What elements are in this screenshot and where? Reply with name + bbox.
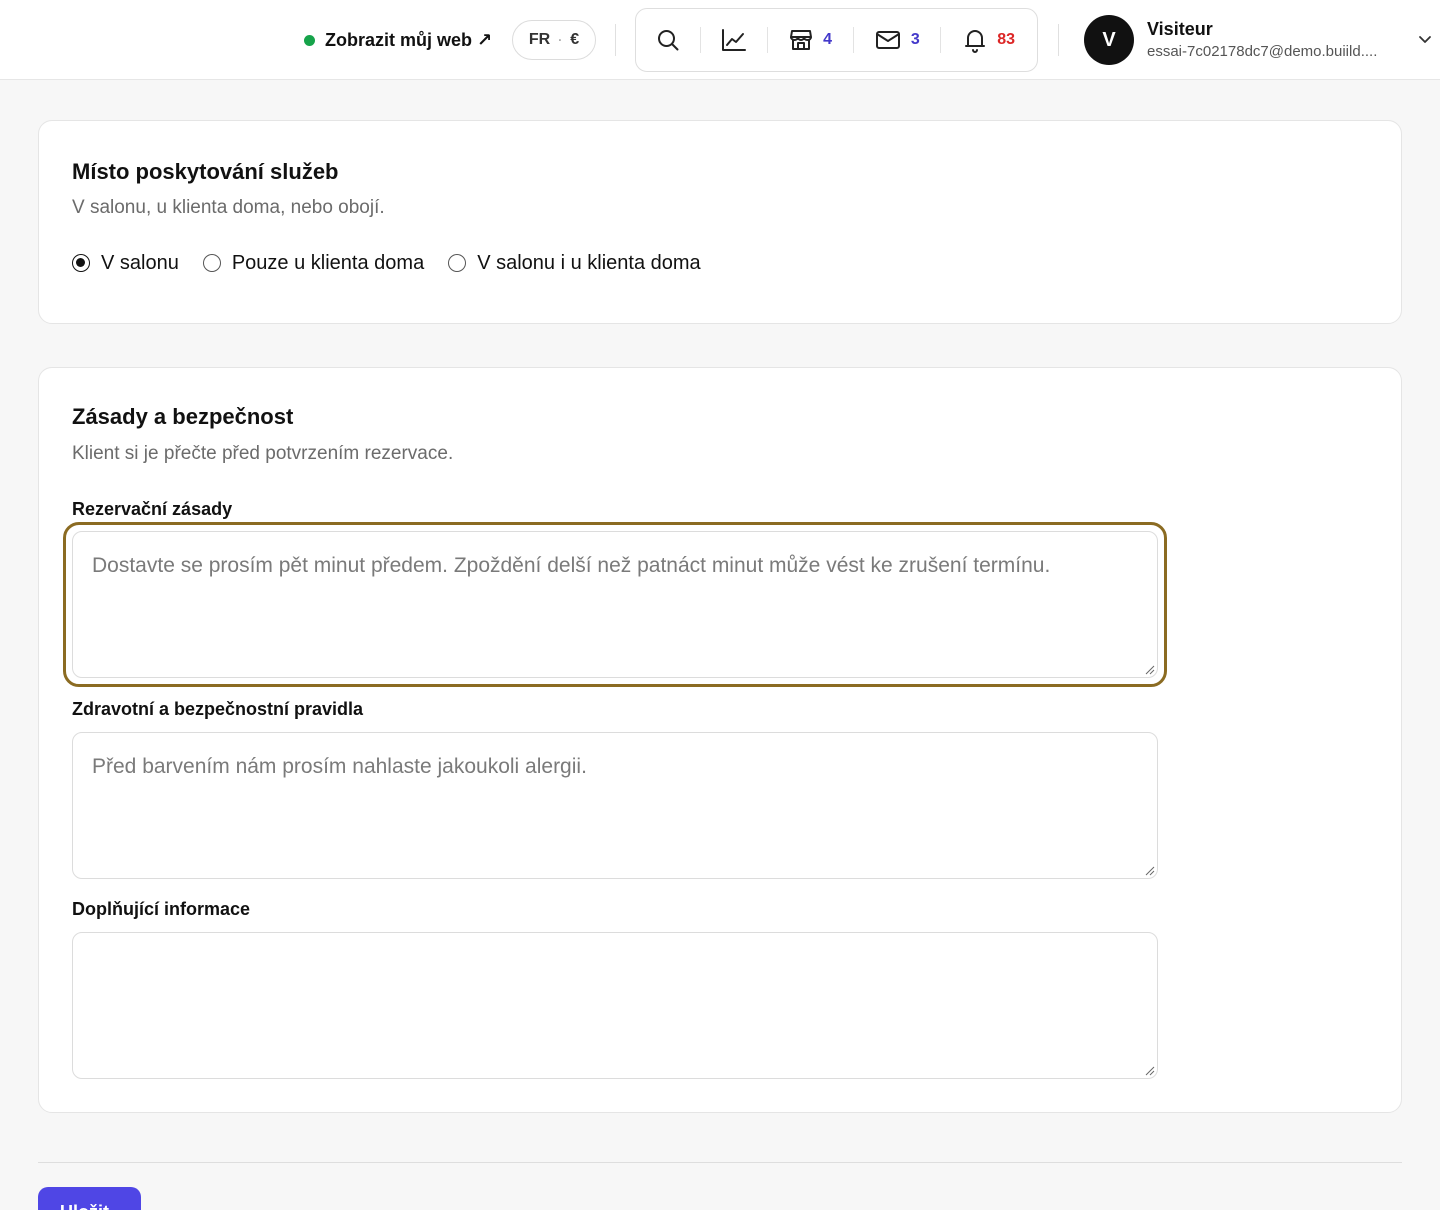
save-button[interactable]: Uložit	[38, 1187, 141, 1210]
quick-actions-group: 4 3 83	[635, 8, 1038, 72]
locale-currency-switcher[interactable]: FR · €	[512, 20, 596, 60]
service-location-title: Místo poskytování služeb	[72, 159, 339, 184]
mail-icon	[875, 31, 900, 49]
user-name: Visiteur	[1147, 19, 1213, 39]
booking-policy-textarea[interactable]	[72, 531, 1158, 678]
radio-label: V salonu	[101, 251, 179, 274]
chart-icon	[721, 29, 746, 51]
analytics-button[interactable]	[701, 9, 767, 71]
online-status-dot	[304, 34, 315, 46]
footer-divider	[38, 1162, 1402, 1163]
health-safety-textarea[interactable]	[72, 732, 1158, 879]
radio-button[interactable]	[72, 254, 90, 272]
service-location-card: Místo poskytování služeb V salonu, u kli…	[38, 120, 1402, 324]
radio-option-in-salon[interactable]: V salonu	[72, 252, 179, 275]
radio-option-at-client-home[interactable]: Pouze u klienta doma	[202, 251, 425, 275]
radio-label: Pouze u klienta doma	[231, 251, 425, 274]
mail-count-badge: 3	[910, 31, 920, 48]
messages-button[interactable]: 3	[854, 9, 940, 71]
store-count-badge: 4	[823, 31, 833, 48]
policies-title: Zásady a bezpečnost	[72, 404, 294, 429]
locale-separator: ·	[558, 33, 563, 47]
view-site-link[interactable]: Zobrazit můj web ↗	[304, 28, 492, 52]
policies-subtitle: Klient si je přečte před potvrzením reze…	[72, 443, 454, 464]
radio-label: V salonu i u klienta doma	[477, 251, 701, 274]
search-icon	[657, 30, 679, 51]
search-button[interactable]	[636, 9, 700, 71]
locale-currency: €	[570, 31, 580, 48]
booking-policy-label: Rezervační zásady	[72, 499, 233, 519]
store-icon	[790, 30, 813, 50]
divider	[1058, 24, 1059, 56]
resize-handle-icon[interactable]	[1145, 866, 1155, 876]
notifications-button[interactable]: 83	[941, 9, 1037, 71]
divider	[615, 24, 616, 56]
resize-handle-icon[interactable]	[1145, 1066, 1155, 1076]
health-safety-label: Zdravotní a bezpečnostní pravidla	[72, 699, 364, 719]
radio-button[interactable]	[448, 254, 467, 272]
view-site-label: Zobrazit můj web ↗	[325, 29, 493, 50]
locale-language: FR	[528, 31, 551, 48]
radio-button[interactable]	[202, 254, 221, 272]
service-location-options: V salonu Pouze u klienta doma V salonu i…	[72, 249, 725, 277]
bell-icon	[965, 30, 986, 53]
additional-info-label: Doplňující informace	[72, 899, 251, 919]
resize-handle-icon[interactable]	[1145, 665, 1155, 675]
additional-info-textarea[interactable]	[72, 932, 1158, 1079]
policies-card: Zásady a bezpečnost Klient si je přečte …	[38, 367, 1402, 1113]
user-email: essai-7c02178dc7@demo.buiild....	[1147, 43, 1378, 60]
radio-option-both[interactable]: V salonu i u klienta doma	[448, 251, 701, 275]
service-location-subtitle: V salonu, u klienta doma, nebo obojí.	[72, 197, 385, 218]
top-bar: Zobrazit můj web ↗ FR · € 4 3 83 V Visit…	[0, 0, 1440, 80]
chevron-down-icon[interactable]	[1416, 30, 1434, 48]
store-button[interactable]: 4	[768, 9, 854, 71]
notifications-count-badge: 83	[997, 31, 1016, 48]
avatar[interactable]: V	[1084, 15, 1134, 65]
